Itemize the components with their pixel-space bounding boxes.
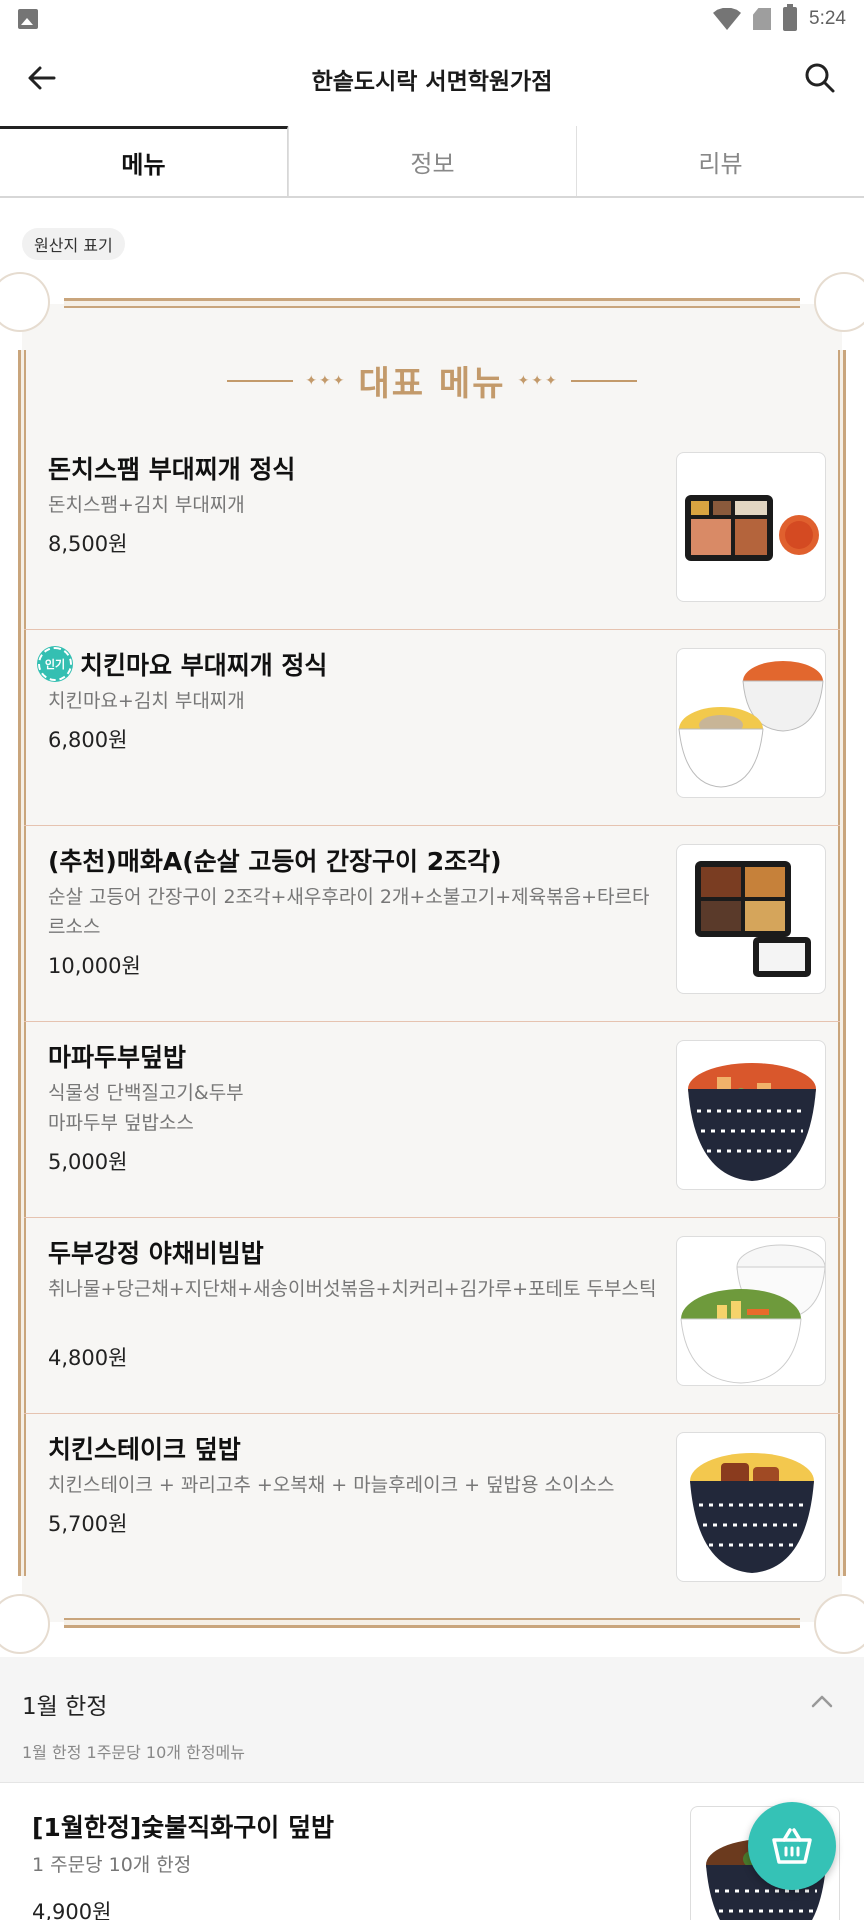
menu-item[interactable]: 마파두부덮밥 식물성 단백질고기&두부 마파두부 덮밥소스 5,000원 <box>24 1022 840 1218</box>
battery-icon <box>783 4 798 31</box>
cart-fab[interactable] <box>748 1802 836 1890</box>
menu-item-price: 5,000원 <box>48 1150 128 1174</box>
tab-bar: 메뉴 정보 리뷰 <box>0 126 864 198</box>
header-ornament-dots: ✦✦✦ <box>305 372 347 389</box>
menu-item-image <box>676 1432 826 1582</box>
menu-item-name-text: 치킨스테이크 덮밥 <box>48 1435 241 1464</box>
featured-menu-card: ✦✦✦ 대표 메뉴 ✦✦✦ 돈치스팸 부대찌개 정식 돈치스팸+김치 부대찌개 … <box>0 274 864 1652</box>
origin-label-chip[interactable]: 원산지 표기 <box>22 228 125 260</box>
menu-item-desc: 순살 고등어 간장구이 2조각+새우후라이 2개+소불고기+제육볶음+타르타르소… <box>48 886 650 938</box>
menu-item-name: 마파두부덮밥 <box>48 1038 186 1074</box>
back-arrow-icon[interactable] <box>24 60 60 96</box>
menu-item-name: [1월한정]숯불직화구이 덮밥 <box>32 1808 334 1844</box>
menu-item-name: (추천)매화A(순살 고등어 간장구이 2조각) <box>48 842 502 878</box>
header-ornament-dots: ✦✦✦ <box>517 372 559 389</box>
wifi-icon <box>713 8 742 30</box>
menu-item-desc: 치킨마요+김치 부대찌개 <box>48 690 245 712</box>
menu-item-price: 10,000원 <box>48 954 141 978</box>
tab-reviews[interactable]: 리뷰 <box>576 126 864 196</box>
menu-item-desc: 치킨스테이크 + 꽈리고추 +오복채 + 마늘후레이크 + 덮밥용 소이소스 <box>48 1474 615 1496</box>
menu-item-name-text: 두부강정 야채비빔밥 <box>48 1239 264 1268</box>
frame-border-top <box>64 298 800 308</box>
menu-item-name-text: 마파두부덮밥 <box>48 1043 187 1072</box>
menu-item-image <box>676 1236 826 1386</box>
status-time: 5:24 <box>809 8 846 29</box>
menu-item-name-text: (추천)매화A(순살 고등어 간장구이 2조각) <box>48 847 502 876</box>
menu-item[interactable]: 두부강정 야채비빔밥 취나물+당근채+지단채+새송이버섯볶음+치커리+김가루+포… <box>24 1218 840 1414</box>
menu-item-price: 5,700원 <box>48 1512 128 1536</box>
menu-item-price: 4,900원 <box>32 1900 112 1920</box>
image-notification-icon <box>18 9 38 29</box>
menu-item-name-text: [1월한정]숯불직화구이 덮밥 <box>32 1813 334 1842</box>
section-title: 1월 한정 <box>22 1694 108 1720</box>
menu-item-image <box>676 844 826 994</box>
menu-item-price: 6,800원 <box>48 728 128 752</box>
featured-menu-list: 돈치스팸 부대찌개 정식 돈치스팸+김치 부대찌개 8,500원 인기 치킨마요… <box>24 434 840 1610</box>
featured-title: 대표 메뉴 <box>358 364 506 404</box>
menu-item[interactable]: 치킨스테이크 덮밥 치킨스테이크 + 꽈리고추 +오복채 + 마늘후레이크 + … <box>24 1414 840 1610</box>
menu-item-name: 치킨스테이크 덮밥 <box>48 1430 241 1466</box>
menu-item-image <box>676 452 826 602</box>
menu-item[interactable]: 돈치스팸 부대찌개 정식 돈치스팸+김치 부대찌개 8,500원 <box>24 434 840 630</box>
chevron-up-icon[interactable] <box>810 1693 834 1709</box>
tab-menu[interactable]: 메뉴 <box>0 126 288 196</box>
frame-corner <box>816 274 864 330</box>
menu-item-image <box>676 1040 826 1190</box>
menu-item-desc: 1 주문당 10개 한정 <box>32 1854 192 1876</box>
popular-badge: 인기 <box>38 647 72 681</box>
menu-item-price: 8,500원 <box>48 532 128 556</box>
tab-info[interactable]: 정보 <box>288 126 576 196</box>
menu-item-desc: 돈치스팸+김치 부대찌개 <box>48 494 245 516</box>
section-subtitle: 1월 한정 1주문당 10개 한정메뉴 <box>22 1743 245 1762</box>
header-ornament-line <box>570 379 637 382</box>
menu-item[interactable]: [1월한정]숯불직화구이 덮밥 1 주문당 10개 한정 4,900원 <box>0 1784 864 1920</box>
menu-item-name: 두부강정 야채비빔밥 <box>48 1234 264 1270</box>
app-bar: 한솥도시락 서면학원가점 <box>0 38 864 120</box>
basket-icon <box>772 1828 812 1864</box>
menu-item-desc: 취나물+당근채+지단채+새송이버섯볶음+치커리+김가루+포테토 두부스틱 <box>48 1278 657 1300</box>
no-sim-icon <box>753 8 772 30</box>
store-title: 한솥도시락 서면학원가점 <box>311 69 553 95</box>
search-icon[interactable] <box>802 60 838 96</box>
menu-item-name: 인기 치킨마요 부대찌개 정식 <box>38 646 327 682</box>
menu-item[interactable]: (추천)매화A(순살 고등어 간장구이 2조각) 순살 고등어 간장구이 2조각… <box>24 826 840 1022</box>
section-header-january-limited[interactable]: 1월 한정 1월 한정 1주문당 10개 한정메뉴 <box>0 1657 864 1783</box>
menu-item-name: 돈치스팸 부대찌개 정식 <box>48 450 295 486</box>
menu-item-image <box>676 648 826 798</box>
header-ornament-line <box>227 379 294 382</box>
featured-header: ✦✦✦ 대표 메뉴 ✦✦✦ <box>14 356 850 405</box>
menu-item-name-text: 치킨마요 부대찌개 정식 <box>80 651 328 680</box>
menu-item-name-text: 돈치스팸 부대찌개 정식 <box>48 455 296 484</box>
status-bar: 5:24 <box>0 0 864 38</box>
menu-item[interactable]: 인기 치킨마요 부대찌개 정식 치킨마요+김치 부대찌개 6,800원 <box>24 630 840 826</box>
menu-item-desc: 식물성 단백질고기&두부 마파두부 덮밥소스 <box>48 1082 244 1134</box>
menu-item-price: 4,800원 <box>48 1346 128 1370</box>
frame-border-bottom <box>64 1618 800 1628</box>
